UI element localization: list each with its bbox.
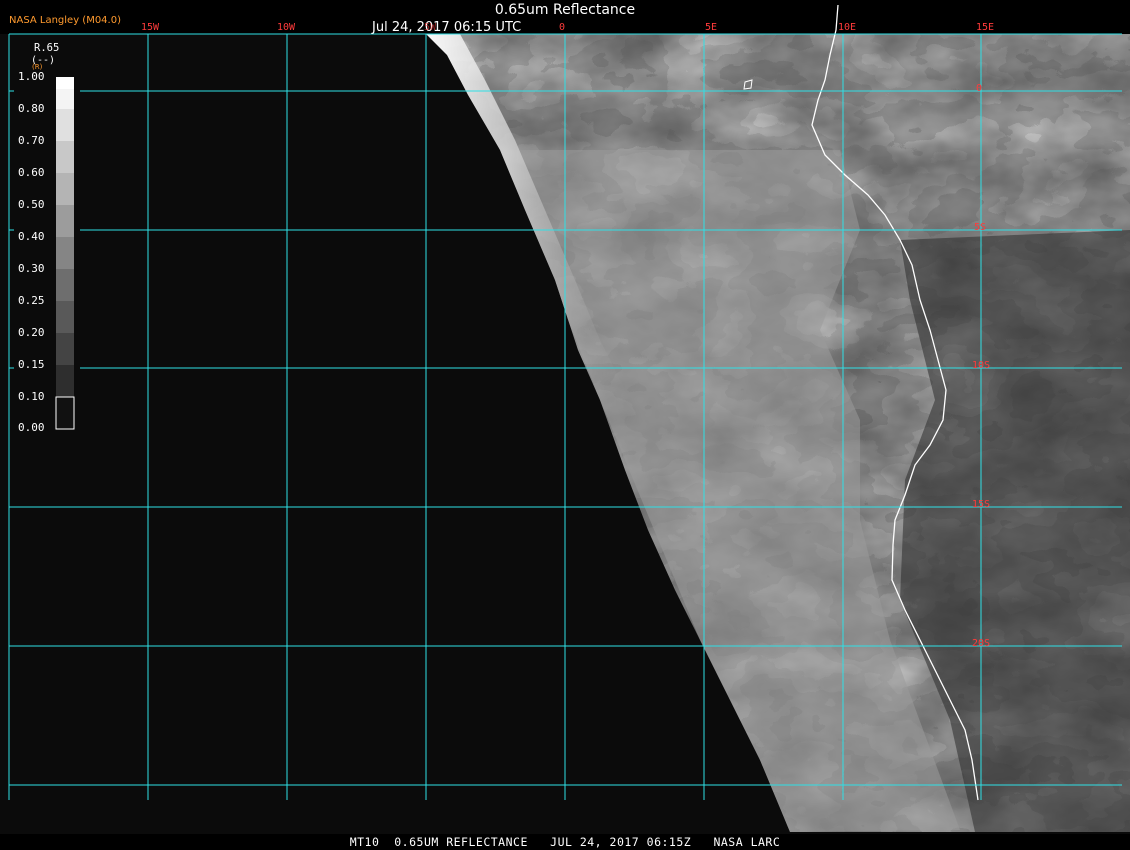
- colorbar-tick: 0.10: [18, 390, 45, 403]
- lon-label-5e: 5E: [705, 22, 718, 33]
- colorbar-tick: 0.60: [18, 166, 45, 179]
- timestamp: Jul 24, 2017 06:15 UTC: [372, 20, 522, 35]
- lon-label-10w: 10W: [277, 22, 296, 33]
- colorbar-variable: R.65: [34, 42, 60, 54]
- colorbar-tick: 0.15: [18, 358, 45, 371]
- image-title: 0.65um Reflectance: [494, 2, 636, 18]
- lon-label-15e: 15E: [976, 22, 995, 33]
- colorbar-tick: 0.80: [18, 102, 45, 115]
- lat-label-15s: 15S: [972, 499, 991, 510]
- colorbar-tick: 0.30: [18, 262, 45, 275]
- lon-label-0: 0: [559, 22, 566, 33]
- colorbar-swatches: [55, 77, 75, 430]
- colorbar-tick: 0.50: [18, 198, 45, 211]
- colorbar-tick: 0.25: [18, 294, 45, 307]
- satellite-image-viewer: NASA Langley (M04.0) 0.65um Reflectance …: [0, 0, 1130, 850]
- lon-label-5w: 5W: [424, 22, 437, 33]
- colorbar-tick: 0.70: [18, 134, 45, 147]
- lat-label-0: 0: [976, 83, 983, 94]
- lat-label-5s: 5S: [974, 222, 987, 233]
- footer-caption: MT10 0.65UM REFLECTANCE JUL 24, 2017 06:…: [349, 835, 781, 849]
- reflectance-map: [0, 4, 1130, 834]
- colorbar-tick: 0.20: [18, 326, 45, 339]
- lat-label-20s: 20S: [972, 638, 991, 649]
- colorbar-tick: 1.00: [18, 70, 45, 83]
- lon-label-10e: 10E: [838, 22, 857, 33]
- lat-label-10s: 10S: [972, 360, 991, 371]
- lon-label-15w: 15W: [141, 22, 160, 33]
- colorbar-tick: 0.00: [18, 421, 45, 434]
- colorbar-tick: 0.40: [18, 230, 45, 243]
